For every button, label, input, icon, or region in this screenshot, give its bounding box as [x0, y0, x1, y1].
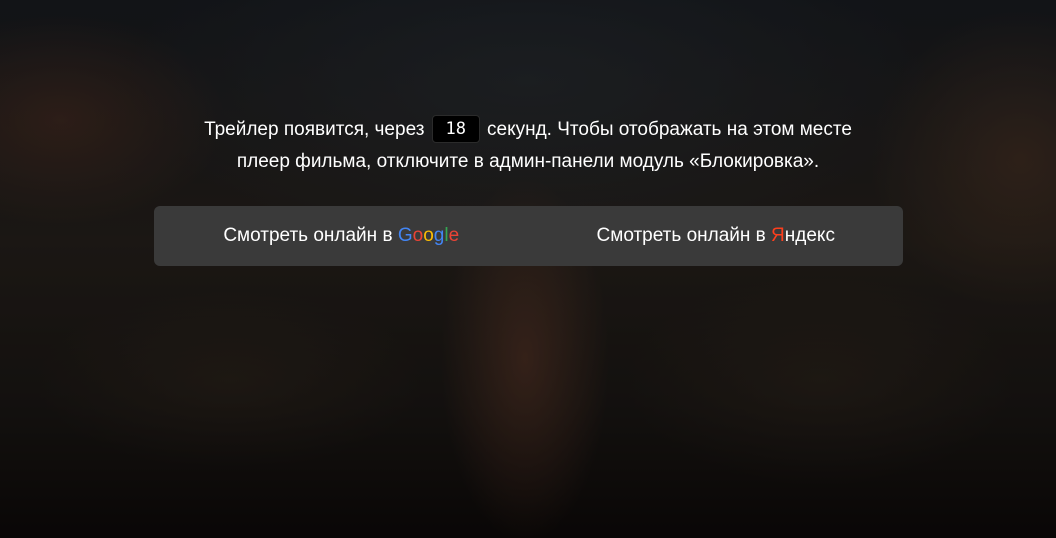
- google-letter-3: o: [423, 225, 434, 246]
- blocker-content: Трейлер появится, через 18 секунд. Чтобы…: [0, 0, 1056, 538]
- yandex-letter-rest: ндекс: [784, 225, 835, 246]
- google-letter-2: o: [412, 225, 424, 246]
- google-logo-text: Google: [398, 225, 459, 246]
- watch-on-google-link[interactable]: Смотреть онлайн в Google: [154, 225, 529, 247]
- yandex-link-label: Смотреть онлайн в: [596, 225, 766, 246]
- watch-on-yandex-link[interactable]: Смотреть онлайн в Яндекс: [529, 225, 904, 247]
- google-letter-1: G: [397, 225, 413, 246]
- google-letter-6: e: [448, 225, 460, 246]
- yandex-letter-ya: Я: [771, 225, 785, 246]
- notice-prefix: Трейлер появится, через: [204, 119, 425, 140]
- trailer-notice: Трейлер появится, через 18 секунд. Чтобы…: [120, 114, 936, 178]
- countdown-timer: 18: [431, 115, 480, 143]
- player-placeholder: Трейлер появится, через 18 секунд. Чтобы…: [0, 0, 1056, 538]
- google-letter-4: g: [433, 225, 445, 246]
- notice-suffix: секунд. Чтобы отображать на этом месте: [487, 119, 852, 140]
- google-link-label: Смотреть онлайн в: [223, 225, 393, 246]
- yandex-logo-text: Яндекс: [771, 225, 835, 246]
- notice-line-2: плеер фильма, отключите в админ-панели м…: [236, 151, 820, 172]
- watch-online-panel: Смотреть онлайн в Google Смотреть онлайн…: [154, 206, 903, 266]
